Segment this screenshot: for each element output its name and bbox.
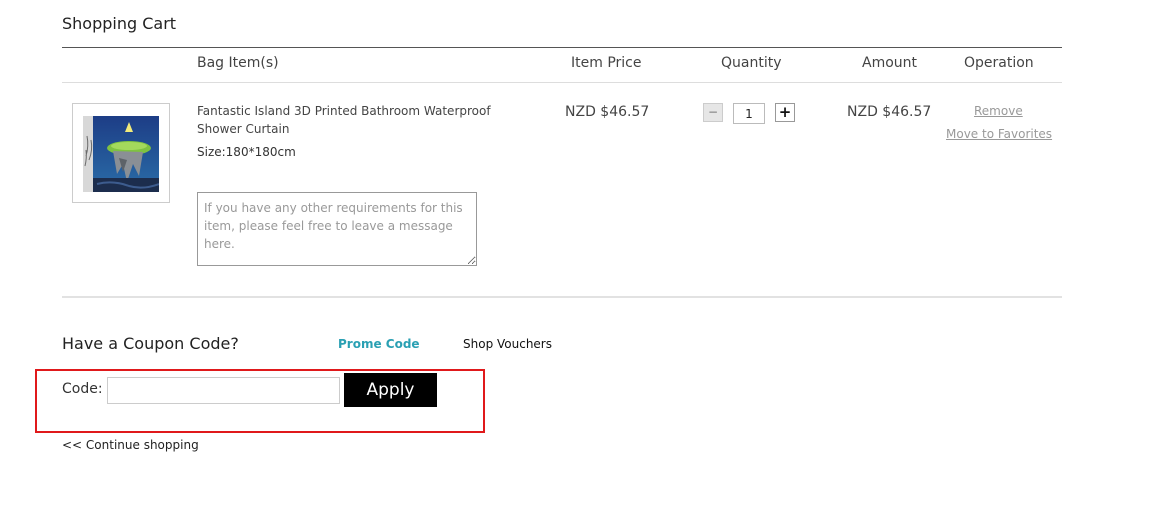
- column-header-item: Bag Item(s): [197, 55, 279, 71]
- code-label: Code:: [62, 381, 103, 397]
- item-message-textarea[interactable]: [197, 192, 477, 266]
- column-header-operation: Operation: [964, 55, 1034, 71]
- move-to-favorites-link[interactable]: Move to Favorites: [946, 127, 1052, 141]
- tab-promo-code[interactable]: Prome Code: [338, 337, 420, 351]
- continue-shopping-link[interactable]: << Continue shopping: [62, 438, 199, 452]
- header-divider: [62, 47, 1062, 48]
- cart-divider: [62, 296, 1062, 298]
- tab-shop-vouchers[interactable]: Shop Vouchers: [463, 337, 552, 351]
- coupon-title: Have a Coupon Code?: [62, 334, 239, 353]
- quantity-increase-button[interactable]: +: [775, 103, 795, 122]
- item-amount: NZD $46.57: [847, 104, 932, 120]
- remove-link[interactable]: Remove: [974, 104, 1023, 118]
- page-title: Shopping Cart: [62, 14, 177, 33]
- product-name[interactable]: Fantastic Island 3D Printed Bathroom Wat…: [197, 102, 507, 138]
- column-header-amount: Amount: [862, 55, 918, 71]
- item-price: NZD $46.57: [565, 104, 650, 120]
- column-header-divider: [62, 82, 1062, 83]
- product-size: Size:180*180cm: [197, 145, 296, 159]
- column-header-price: Item Price: [571, 55, 642, 71]
- quantity-decrease-button[interactable]: −: [703, 103, 723, 122]
- product-image: [83, 116, 159, 192]
- apply-button[interactable]: Apply: [344, 373, 437, 407]
- coupon-code-input[interactable]: [107, 377, 340, 404]
- column-header-quantity: Quantity: [721, 55, 782, 71]
- quantity-input[interactable]: [733, 103, 765, 124]
- product-thumbnail[interactable]: [72, 103, 170, 203]
